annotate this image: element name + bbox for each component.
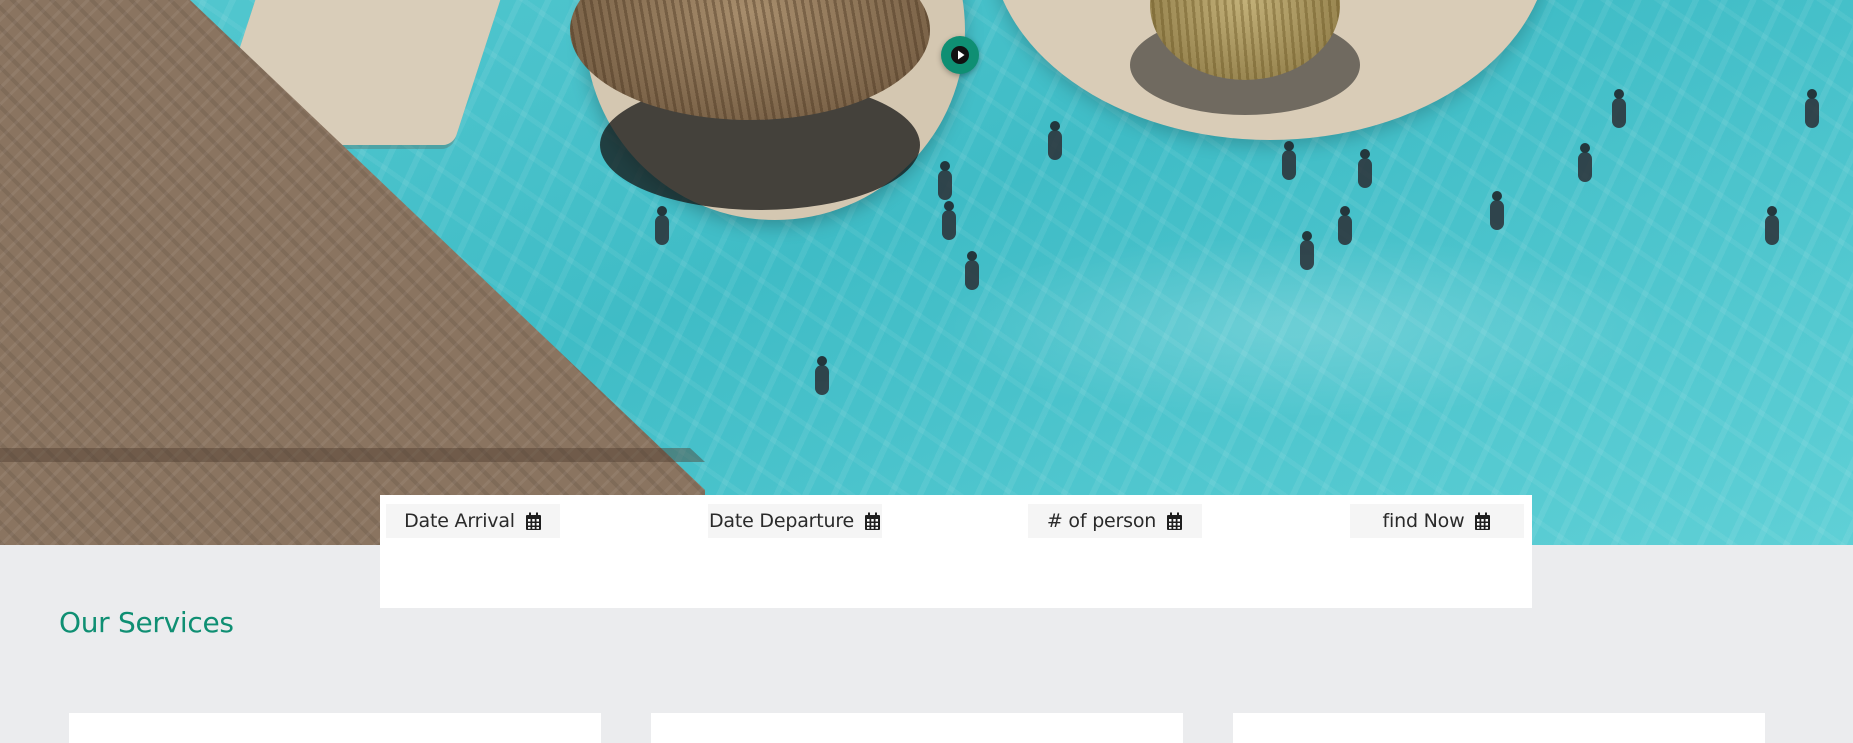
swimmer	[938, 161, 952, 200]
swimmer	[655, 206, 669, 245]
swimmer	[1358, 149, 1372, 188]
person-count-label: # of person	[1046, 510, 1157, 532]
swimmer	[1282, 141, 1296, 180]
calendar-icon	[525, 512, 541, 530]
service-card[interactable]	[1233, 713, 1765, 743]
swimmer	[1338, 206, 1352, 245]
find-now-label: find Now	[1382, 510, 1465, 532]
calendar-icon	[1167, 512, 1183, 530]
calendar-icon	[1475, 512, 1491, 530]
swimmer	[942, 201, 956, 240]
hero-banner	[0, 0, 1853, 545]
date-arrival-label: Date Arrival	[404, 510, 515, 532]
swimmer	[1490, 191, 1504, 230]
date-departure-field[interactable]: Date Departure	[708, 504, 882, 538]
service-card[interactable]	[651, 713, 1183, 743]
services-title: Our Services	[59, 606, 234, 639]
person-count-field[interactable]: # of person	[1028, 504, 1202, 538]
swimmer	[1612, 89, 1626, 128]
swimmer	[1765, 206, 1779, 245]
booking-bar: Date Arrival Date Departure # of person …	[380, 495, 1532, 608]
date-arrival-field[interactable]: Date Arrival	[386, 504, 560, 538]
swimmer	[1048, 121, 1062, 160]
swimmer	[1300, 231, 1314, 270]
swimmer	[1805, 89, 1819, 128]
roof-ridge	[0, 448, 705, 462]
play-video-button[interactable]	[941, 36, 979, 74]
date-departure-label: Date Departure	[708, 510, 855, 532]
swimmer	[815, 356, 829, 395]
swimmer	[965, 251, 979, 290]
play-icon	[951, 46, 969, 64]
swimmer	[1578, 143, 1592, 182]
find-now-button[interactable]: find Now	[1350, 504, 1524, 538]
service-card[interactable]	[69, 713, 601, 743]
calendar-icon	[865, 512, 881, 530]
